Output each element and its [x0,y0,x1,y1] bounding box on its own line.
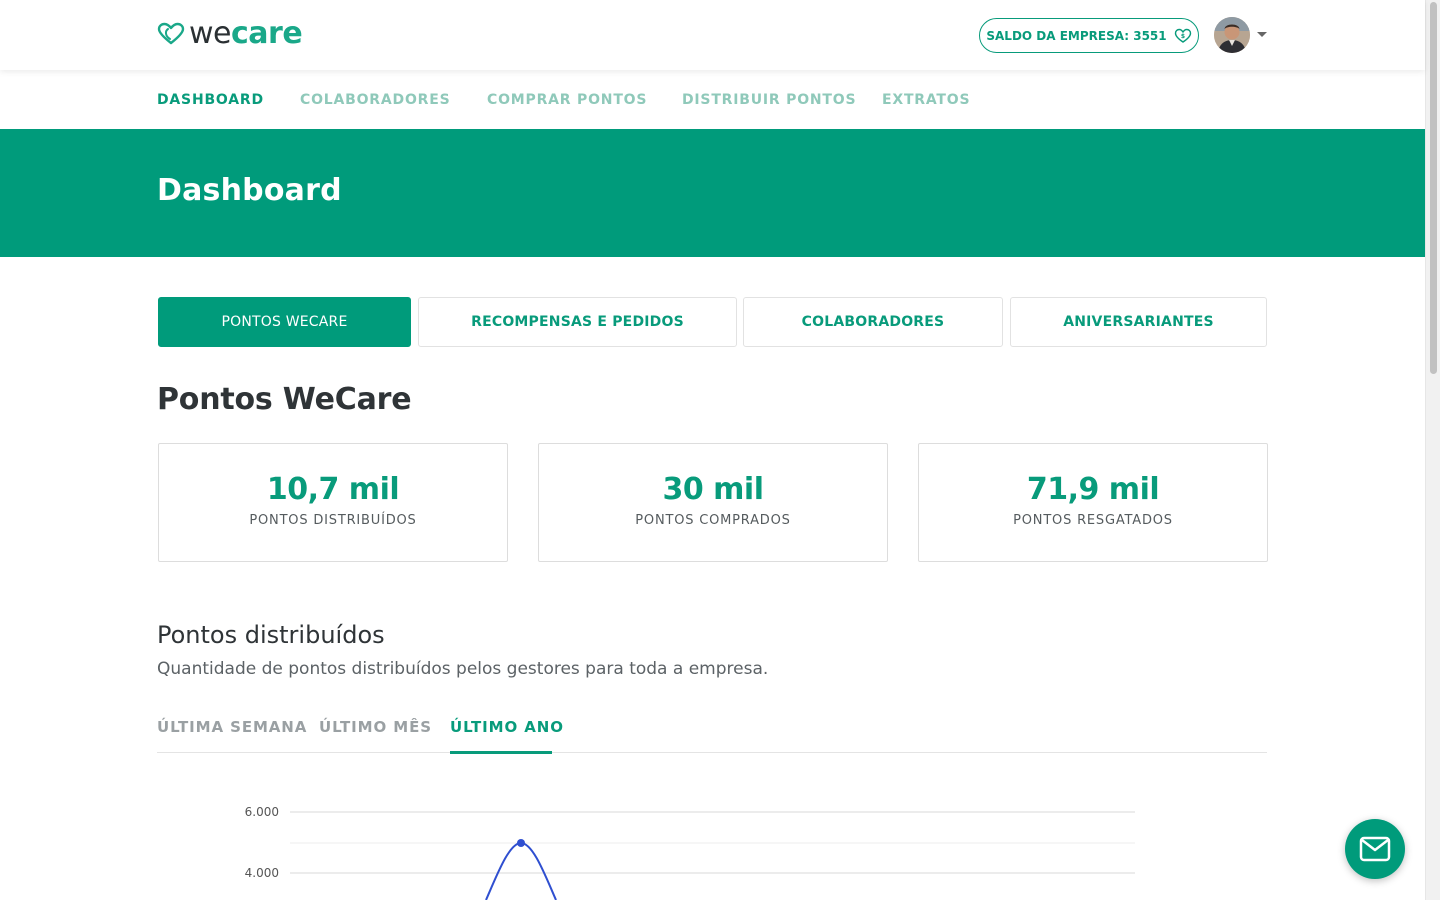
tab-aniversariantes[interactable]: ANIVERSARIANTES [1010,297,1267,347]
period-tab-ultima-semana[interactable]: ÚLTIMA SEMANA [157,718,307,736]
page-header-banner: Dashboard [0,129,1425,257]
section-title: Pontos WeCare [157,382,412,417]
stat-value: 30 mil [662,472,764,507]
chart-subtitle: Quantidade de pontos distribuídos pelos … [157,659,769,679]
series-line [485,841,557,900]
nav-item-extratos[interactable]: EXTRATOS [882,92,970,108]
svg-text:$: $ [1181,33,1185,40]
stat-label: PONTOS RESGATADOS [1013,513,1173,528]
tab-colaboradores[interactable]: COLABORADORES [743,297,1003,347]
logo-text: wecare [189,16,303,51]
caret-down-icon[interactable] [1257,32,1267,37]
wecare-logo[interactable]: wecare [157,16,303,51]
chart-title: Pontos distribuídos [157,621,385,649]
period-tabs: ÚLTIMA SEMANA ÚLTIMO MÊS ÚLTIMO ANO [157,716,1267,754]
y-tick-label: 4.000 [245,866,279,880]
nav-item-comprar-pontos[interactable]: COMPRAR PONTOS [487,92,647,108]
period-tab-ultimo-mes[interactable]: ÚLTIMO MÊS [319,718,432,736]
data-point[interactable] [517,839,525,847]
stat-card-comprados: 30 mil PONTOS COMPRADOS [538,443,888,562]
page-scrollbar[interactable] [1425,0,1440,900]
stat-label: PONTOS DISTRIBUÍDOS [249,513,417,528]
top-bar: wecare SALDO DA EMPRESA: 3551 $ [0,0,1425,70]
period-tab-ultimo-ano[interactable]: ÚLTIMO ANO [450,718,564,736]
distributed-points-chart: 6.000 4.000 [157,790,1267,900]
stat-card-resgatados: 71,9 mil PONTOS RESGATADOS [918,443,1268,562]
nav-item-colaboradores[interactable]: COLABORADORES [300,92,450,108]
heart-coin-icon: $ [1174,28,1192,44]
main-nav: DASHBOARD COLABORADORES COMPRAR PONTOS D… [0,70,1425,129]
contact-button[interactable] [1345,819,1405,879]
stat-value: 71,9 mil [1026,472,1160,507]
nav-item-dashboard[interactable]: DASHBOARD [157,92,264,108]
stat-label: PONTOS COMPRADOS [635,513,791,528]
stat-card-distribuidos: 10,7 mil PONTOS DISTRIBUÍDOS [158,443,508,562]
mail-icon [1359,836,1391,862]
page-title: Dashboard [157,173,342,208]
heart-logo-icon [157,22,185,45]
scrollbar-thumb[interactable] [1430,2,1437,374]
balance-label: SALDO DA EMPRESA: 3551 [986,28,1167,43]
user-avatar[interactable] [1214,17,1250,53]
stat-value: 10,7 mil [266,472,400,507]
y-tick-label: 6.000 [245,805,279,819]
company-balance-button[interactable]: SALDO DA EMPRESA: 3551 $ [979,18,1199,53]
active-tab-indicator [450,751,552,754]
tab-recompensas-e-pedidos[interactable]: RECOMPENSAS E PEDIDOS [418,297,737,347]
nav-item-distribuir-pontos[interactable]: DISTRIBUIR PONTOS [682,92,856,108]
tab-pontos-wecare[interactable]: PONTOS WECARE [158,297,411,347]
